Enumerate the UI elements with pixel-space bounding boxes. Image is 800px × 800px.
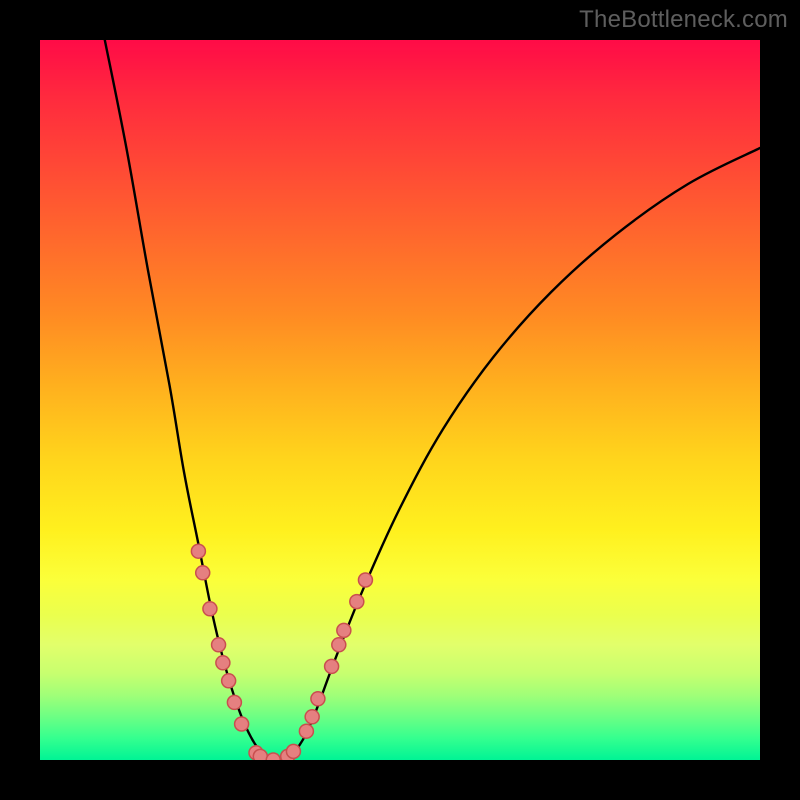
data-marker bbox=[203, 602, 217, 616]
data-marker bbox=[325, 659, 339, 673]
data-marker bbox=[196, 566, 210, 580]
data-marker bbox=[191, 544, 205, 558]
chart-svg bbox=[40, 40, 760, 760]
data-marker bbox=[216, 656, 230, 670]
data-marker bbox=[337, 623, 351, 637]
attribution-text: TheBottleneck.com bbox=[579, 6, 788, 34]
data-marker bbox=[358, 573, 372, 587]
data-marker bbox=[227, 695, 241, 709]
data-marker bbox=[212, 638, 226, 652]
data-marker bbox=[266, 753, 280, 760]
data-marker bbox=[286, 744, 300, 758]
data-marker bbox=[253, 749, 267, 760]
data-marker bbox=[222, 674, 236, 688]
data-marker bbox=[311, 692, 325, 706]
data-marker bbox=[305, 710, 319, 724]
data-marker bbox=[332, 638, 346, 652]
data-marker bbox=[350, 595, 364, 609]
data-markers-group bbox=[191, 544, 372, 760]
data-marker bbox=[235, 717, 249, 731]
chart-frame: TheBottleneck.com bbox=[0, 0, 800, 800]
data-marker bbox=[299, 724, 313, 738]
plot-area bbox=[40, 40, 760, 760]
bottleneck-curve bbox=[105, 40, 760, 760]
